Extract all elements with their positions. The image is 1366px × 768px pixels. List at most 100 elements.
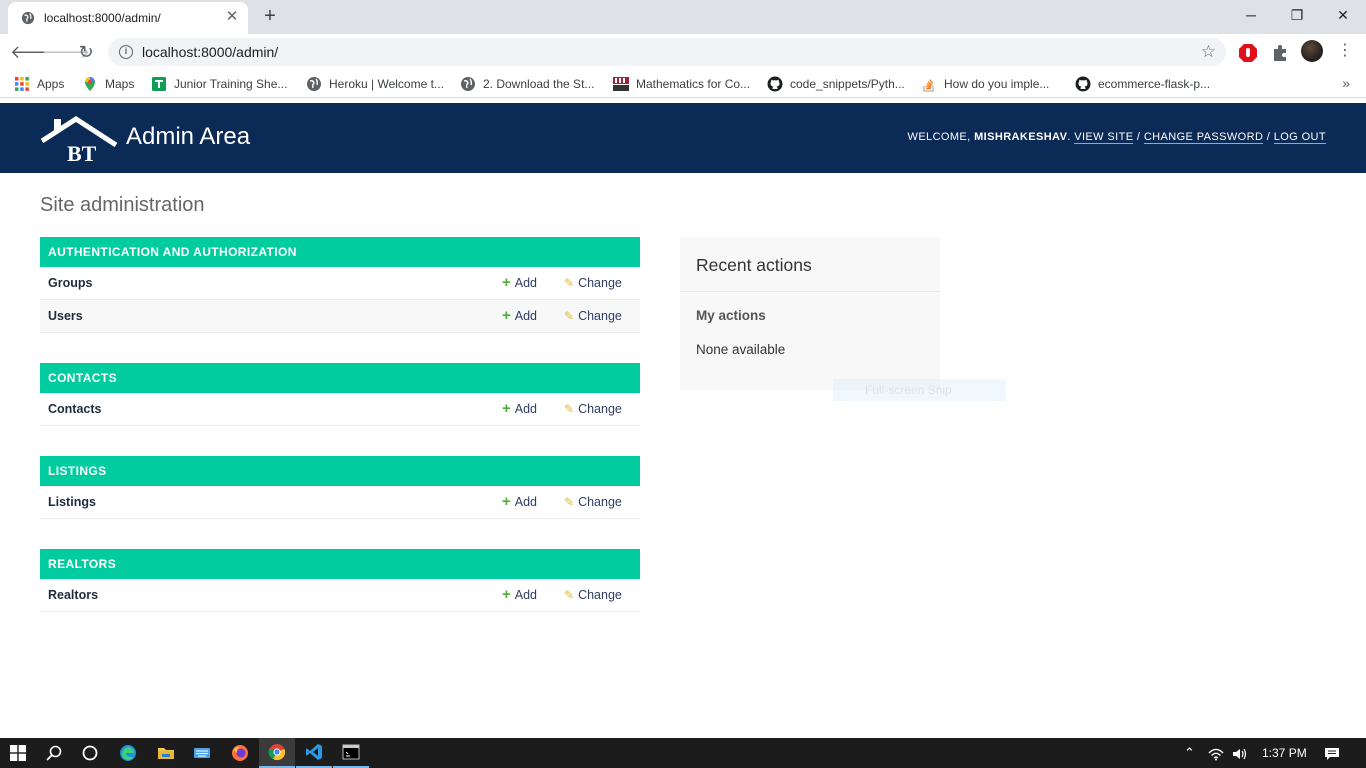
page-title: Site administration	[40, 194, 205, 216]
browser-menu-icon[interactable]: ⋮	[1337, 40, 1353, 62]
pencil-icon: ✎	[564, 309, 575, 323]
bookmark-label: Junior Training She...	[174, 77, 288, 91]
notifications-icon[interactable]	[1324, 738, 1340, 768]
profile-avatar[interactable]	[1301, 40, 1323, 62]
model-link[interactable]: Contacts	[48, 402, 101, 416]
bookmark-label: Apps	[37, 77, 65, 91]
maps-pin-icon	[85, 77, 95, 91]
site-title[interactable]: Admin Area	[126, 123, 250, 151]
module-caption[interactable]: Contacts	[40, 363, 640, 393]
windows-logo-icon	[10, 745, 26, 761]
log-out-link[interactable]: Log out	[1273, 131, 1326, 144]
bookmark-star-icon[interactable]: ☆	[1201, 42, 1216, 62]
snip-overlay-hint: Full-screen Snip	[833, 379, 1006, 401]
browser-tab[interactable]: localhost:8000/admin/ ✕	[8, 2, 248, 34]
bookmarks-overflow-button[interactable]: »	[1342, 75, 1350, 91]
minimize-button[interactable]: ─	[1228, 0, 1274, 30]
extensions-puzzle-icon[interactable]	[1270, 43, 1290, 63]
model-link[interactable]: Listings	[48, 495, 96, 509]
taskbar-keyboard[interactable]	[184, 738, 220, 768]
globe-icon	[461, 77, 475, 91]
tab-close-icon[interactable]: ✕	[224, 9, 240, 25]
wifi-icon[interactable]	[1208, 738, 1224, 768]
restore-button[interactable]: ❐	[1274, 0, 1320, 30]
globe-icon	[307, 77, 321, 91]
browser-toolbar: 🡐 🡒 ↻ i localhost:8000/admin/ ☆	[0, 34, 1366, 70]
divider	[680, 291, 940, 292]
model-row-users: Users + Add ✎ Change	[40, 300, 640, 333]
bookmark-heroku[interactable]: Heroku | Welcome t...	[306, 76, 444, 92]
username: mishrakeshav	[974, 131, 1068, 143]
bookmark-label: code_snippets/Pyth...	[790, 77, 905, 91]
bookmark-junior-training[interactable]: Junior Training She...	[151, 76, 287, 92]
model-link[interactable]: Users	[48, 309, 83, 323]
module-caption[interactable]: Realtors	[40, 549, 640, 579]
add-link[interactable]: + Add	[502, 308, 537, 323]
change-password-link[interactable]: Change password	[1143, 131, 1264, 144]
view-site-link[interactable]: View site	[1074, 131, 1134, 144]
model-link[interactable]: Realtors	[48, 588, 98, 602]
reload-button[interactable]: ↻	[74, 40, 98, 64]
model-row-groups: Groups + Add ✎ Change	[40, 267, 640, 300]
my-actions-heading: My actions	[696, 308, 766, 323]
github-icon	[767, 76, 783, 92]
url-text: localhost:8000/admin/	[142, 44, 279, 60]
recent-actions-title: Recent actions	[696, 255, 812, 275]
change-link[interactable]: ✎ Change	[564, 276, 622, 290]
bookmark-label: 2. Download the St...	[483, 77, 595, 91]
show-hidden-icons-button[interactable]: ⌃	[1184, 738, 1195, 768]
module-caption[interactable]: Listings	[40, 456, 640, 486]
add-link[interactable]: + Add	[502, 275, 537, 290]
bookmark-ecommerce-flask[interactable]: ecommerce-flask-p...	[1075, 76, 1210, 92]
bookmark-code-snippets[interactable]: code_snippets/Pyth...	[767, 76, 905, 92]
bookmark-download[interactable]: 2. Download the St...	[460, 76, 594, 92]
sheets-icon	[152, 77, 166, 91]
taskbar-firefox[interactable]	[222, 738, 258, 768]
app-module-listings: Listings Listings + Add ✎ Change	[40, 456, 640, 519]
taskbar-edge[interactable]	[110, 738, 146, 768]
folder-icon	[158, 748, 174, 759]
task-view-button[interactable]	[72, 738, 108, 768]
site-info-icon[interactable]: i	[119, 45, 133, 59]
bookmark-how-do-you[interactable]: How do you imple...	[921, 76, 1049, 92]
address-bar[interactable]: i localhost:8000/admin/ ☆	[108, 38, 1226, 66]
close-window-button[interactable]: ✕	[1320, 0, 1366, 30]
bookmark-label: Heroku | Welcome t...	[329, 77, 444, 91]
clock[interactable]: 1:37 PM	[1262, 738, 1307, 768]
change-link[interactable]: ✎ Change	[564, 495, 622, 509]
model-link[interactable]: Groups	[48, 276, 92, 290]
logo-text: BT	[67, 141, 97, 163]
bookmark-maps[interactable]: Maps	[82, 76, 134, 92]
back-button[interactable]: 🡐	[10, 40, 58, 64]
forward-button[interactable]: 🡒	[42, 40, 90, 64]
keyboard-icon	[194, 748, 210, 758]
bookmark-mathematics[interactable]: Mathematics for Co...	[613, 76, 750, 92]
pencil-icon: ✎	[564, 402, 575, 416]
bookmarks-bar: Apps Maps Junior Training She... Heroku …	[0, 70, 1366, 98]
change-link[interactable]: ✎ Change	[564, 588, 622, 602]
bookmark-label: Mathematics for Co...	[636, 77, 751, 91]
volume-icon[interactable]	[1232, 738, 1248, 768]
cortana-circle-icon	[82, 745, 98, 761]
browser-tab-strip: localhost:8000/admin/ ✕ + ─ ❐ ✕	[0, 0, 1366, 34]
new-tab-button[interactable]: +	[260, 6, 280, 27]
module-caption[interactable]: Authentication and Authorization	[40, 237, 640, 267]
pencil-icon: ✎	[564, 276, 575, 290]
pencil-icon: ✎	[564, 588, 575, 602]
add-link[interactable]: + Add	[502, 494, 537, 509]
taskbar-command-prompt[interactable]	[333, 738, 369, 768]
search-button[interactable]	[36, 738, 72, 768]
site-logo[interactable]: BT	[40, 115, 118, 163]
add-link[interactable]: + Add	[502, 401, 537, 416]
taskbar-file-explorer[interactable]	[148, 738, 184, 768]
start-button[interactable]	[0, 738, 36, 768]
taskbar-chrome[interactable]	[259, 738, 295, 768]
adblock-extension-icon[interactable]	[1238, 43, 1258, 63]
model-row-realtors: Realtors + Add ✎ Change	[40, 579, 640, 612]
firefox-icon	[232, 745, 248, 761]
change-link[interactable]: ✎ Change	[564, 309, 622, 323]
taskbar-vscode[interactable]	[296, 738, 332, 768]
add-link[interactable]: + Add	[502, 587, 537, 602]
change-link[interactable]: ✎ Change	[564, 402, 622, 416]
bookmark-apps[interactable]: Apps	[14, 76, 64, 92]
